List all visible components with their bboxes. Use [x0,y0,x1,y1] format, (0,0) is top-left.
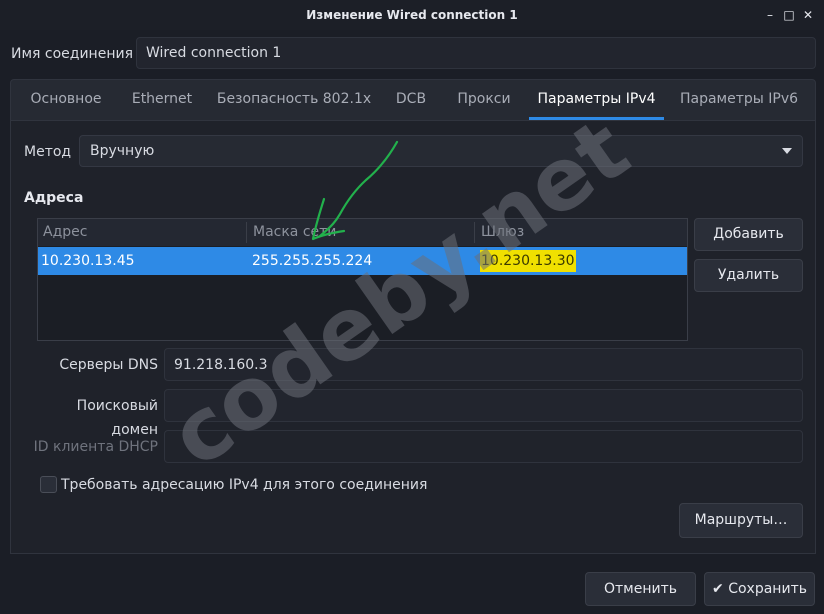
search-domain-input[interactable] [164,389,803,422]
netmask-cell[interactable]: 255.255.255.224 [252,247,372,275]
window-title: Изменение Wired connection 1 [306,8,518,22]
tab-proxy[interactable]: Прокси [448,80,520,120]
save-button[interactable]: ✔ Сохранить [704,572,815,606]
add-address-button[interactable]: Добавить [694,218,803,251]
save-button-label: Сохранить [728,581,807,597]
dns-servers-label: Серверы DNS [59,357,158,373]
method-label: Метод [24,144,72,160]
column-header-address[interactable]: Адрес [38,219,246,246]
minimize-icon[interactable]: – [762,7,778,23]
addresses-title: Адреса [24,190,84,206]
column-separator [474,222,475,243]
column-header-gateway[interactable]: Шлюз [476,219,676,246]
address-cell[interactable]: 10.230.13.45 [41,247,135,275]
method-value: Вручную [90,143,155,159]
tab-ipv6-settings[interactable]: Параметры IPv6 [676,80,802,120]
search-domain-label: Поисковый домен [76,398,158,438]
tab-ipv4-settings[interactable]: Параметры IPv4 [529,80,664,120]
column-header-netmask[interactable]: Маска сети [248,219,474,246]
column-separator [246,222,247,243]
dhcp-client-id-label: ID клиента DHCP [33,439,158,455]
checkmark-icon: ✔ [712,581,724,597]
connection-name-label: Имя соединения [11,46,134,62]
dns-servers-input[interactable] [164,348,803,381]
tab-security-8021x[interactable]: Безопасность 802.1x [214,80,374,120]
routes-button[interactable]: Маршруты… [679,503,803,538]
tab-general[interactable]: Основное [20,80,112,120]
close-icon[interactable]: ✕ [800,7,816,23]
method-dropdown[interactable]: Вручную [79,135,803,167]
chevron-down-icon [782,148,792,154]
maximize-icon[interactable]: □ [781,7,797,23]
active-tab-indicator [529,117,664,120]
connection-name-input[interactable] [136,37,816,69]
cancel-button[interactable]: Отменить [585,572,696,606]
gateway-cell[interactable]: 10.230.13.30 [480,250,576,272]
tab-ethernet[interactable]: Ethernet [122,80,202,120]
delete-address-button[interactable]: Удалить [694,259,803,292]
require-ipv4-label[interactable]: Требовать адресацию IPv4 для этого соеди… [61,473,427,497]
tab-dcb[interactable]: DCB [386,80,436,120]
dhcp-client-id-input [164,430,803,463]
require-ipv4-checkbox[interactable] [40,476,57,493]
